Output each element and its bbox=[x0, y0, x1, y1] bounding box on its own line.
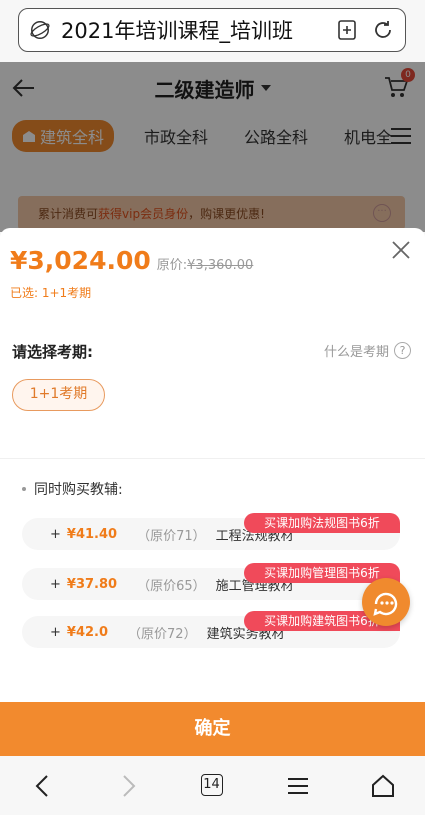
back-icon[interactable] bbox=[29, 772, 57, 800]
bullet-icon bbox=[22, 487, 26, 491]
chat-button[interactable] bbox=[362, 578, 410, 626]
tab-count: 14 bbox=[200, 773, 223, 796]
refresh-icon[interactable] bbox=[371, 18, 395, 42]
address-bar[interactable]: 2021年培训课程_培训班 bbox=[18, 8, 406, 52]
question-icon: ? bbox=[394, 342, 411, 359]
current-price: ¥3,024.00 bbox=[10, 246, 151, 275]
globe-icon bbox=[30, 21, 50, 39]
home-icon[interactable] bbox=[369, 772, 397, 800]
promo-badge: 买课加购法规图书6折 bbox=[244, 513, 400, 533]
browser-toolbar: 2021年培训课程_培训班 bbox=[0, 0, 425, 62]
selected-option: 已选: 1+1考期 bbox=[10, 286, 92, 300]
add-bookmark-icon[interactable] bbox=[335, 18, 359, 42]
addon-title: 同时购买教辅: bbox=[22, 479, 123, 499]
divider bbox=[0, 458, 425, 459]
tabs-button[interactable]: 14 bbox=[199, 772, 227, 800]
browser-bottom-bar: 14 bbox=[0, 756, 425, 815]
menu-icon[interactable] bbox=[284, 772, 312, 800]
add-icon: + bbox=[50, 576, 61, 592]
close-icon[interactable] bbox=[391, 240, 411, 260]
price-block: ¥3,024.00 原价:¥3,360.00 bbox=[10, 246, 253, 275]
chat-icon bbox=[373, 592, 398, 616]
confirm-button[interactable]: 确定 bbox=[0, 702, 425, 756]
add-icon: + bbox=[50, 624, 61, 640]
url-text: 2021年培训课程_培训班 bbox=[61, 19, 293, 43]
what-is-period-link[interactable]: 什么是考期? bbox=[324, 341, 411, 360]
add-icon: + bbox=[50, 526, 61, 542]
original-price: 原价:¥3,360.00 bbox=[156, 258, 254, 273]
purchase-sheet: ¥3,024.00 原价:¥3,360.00 已选: 1+1考期 请选择考期: … bbox=[0, 228, 425, 756]
period-section-title: 请选择考期: bbox=[12, 343, 93, 361]
period-option[interactable]: 1+1考期 bbox=[12, 379, 105, 411]
forward-icon[interactable] bbox=[114, 772, 142, 800]
modal-overlay[interactable] bbox=[0, 62, 425, 232]
